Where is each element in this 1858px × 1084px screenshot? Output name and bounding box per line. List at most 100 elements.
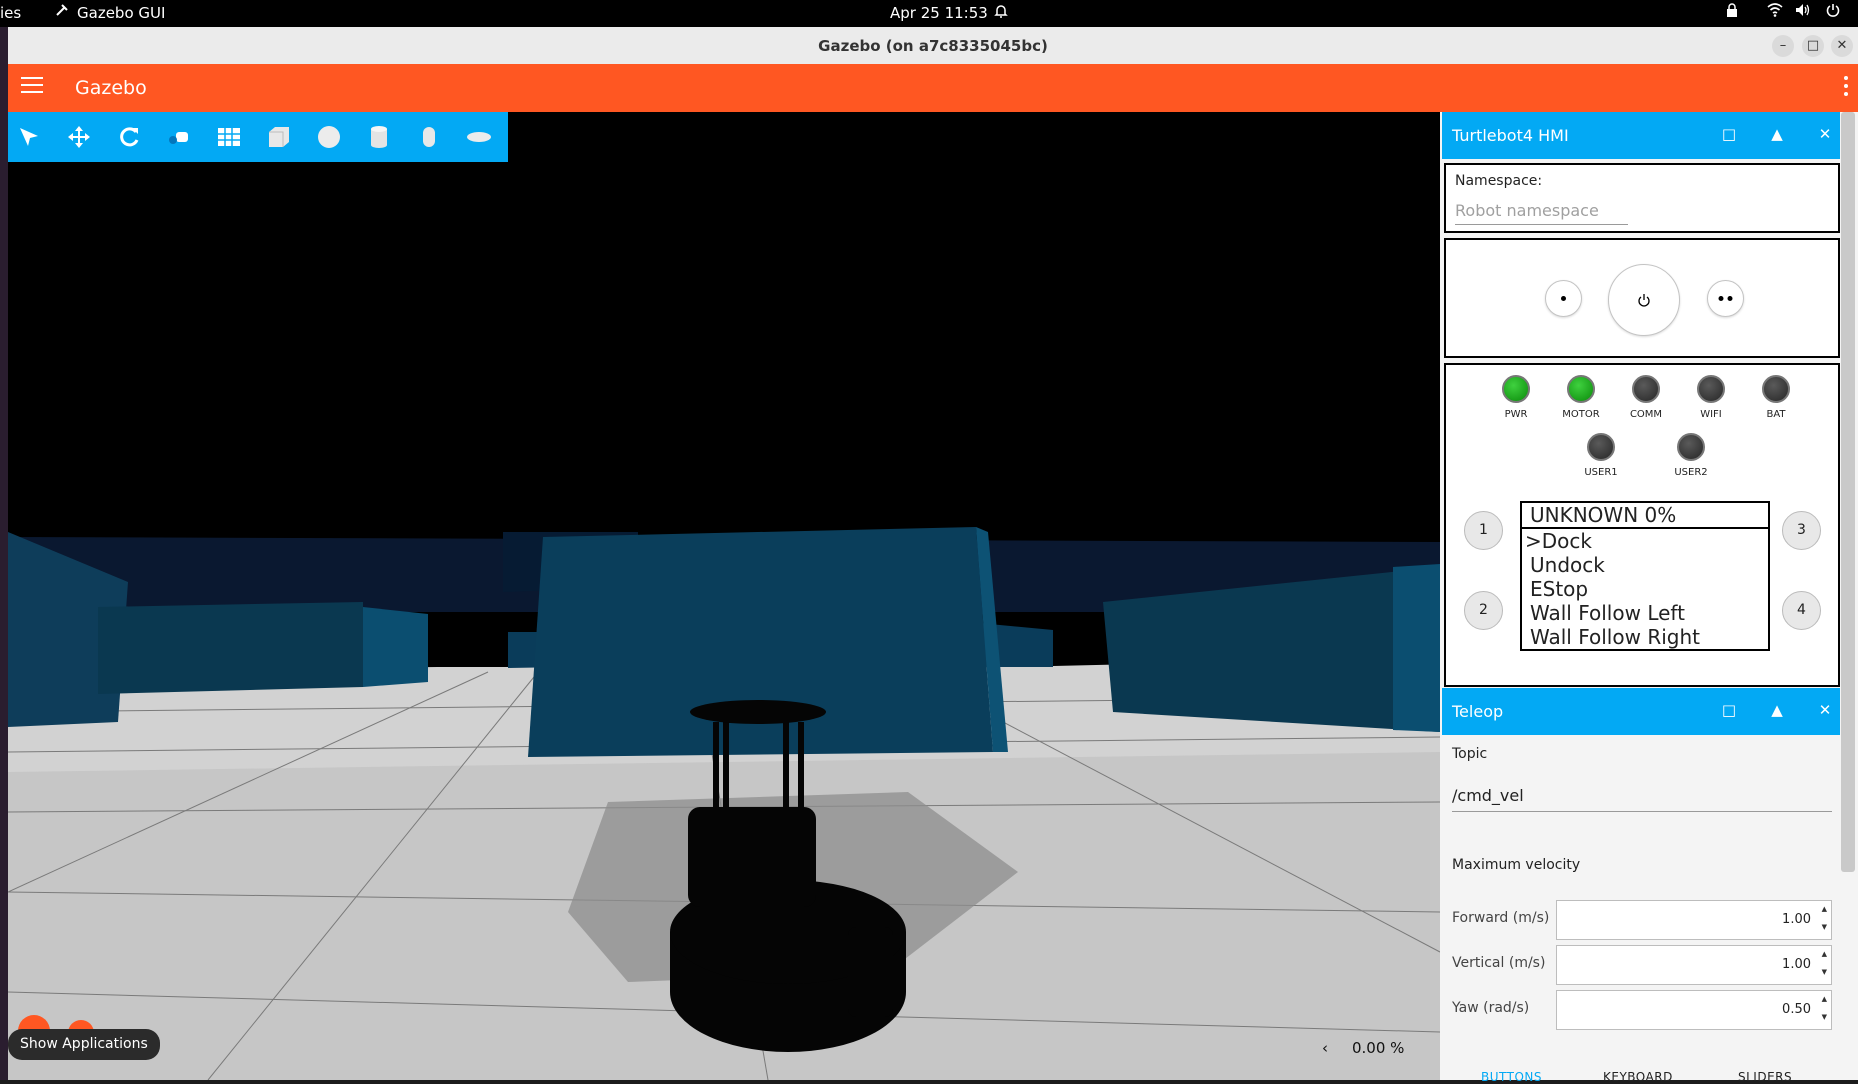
led-motor: [1567, 375, 1595, 403]
cylinder-shape-icon[interactable]: [366, 124, 392, 150]
select-arrow-icon[interactable]: [16, 124, 42, 150]
hmi-button-4[interactable]: 4: [1782, 591, 1821, 630]
max-velocity-label: Maximum velocity: [1452, 857, 1581, 873]
capsule-shape-icon[interactable]: [416, 124, 442, 150]
led-label: USER1: [1584, 467, 1618, 478]
vertical-value: 1.00: [1782, 957, 1811, 972]
led-user2: [1677, 433, 1705, 461]
display-line: Wall Follow Left: [1530, 601, 1685, 625]
led-label: WIFI: [1700, 409, 1722, 420]
scene-render: [8, 112, 1441, 1080]
real-time-factor: ‹ 0.00 %: [1322, 1039, 1405, 1057]
hmi-display: UNKNOWN 0% >Dock Undock EStop Wall Follo…: [1520, 501, 1770, 651]
hmi-button-1[interactable]: 1: [1464, 511, 1503, 550]
display-line: EStop: [1530, 577, 1589, 601]
focused-app-name[interactable]: Gazebo GUI: [77, 4, 165, 22]
hamburger-menu-icon[interactable]: [21, 77, 43, 97]
panel-collapse-icon[interactable]: ▲: [1767, 125, 1787, 143]
clock[interactable]: Apr 25 11:53: [890, 4, 988, 22]
spin-up-icon[interactable]: ▲: [1822, 905, 1827, 913]
power-icon[interactable]: [1826, 3, 1840, 22]
forward-spinbox[interactable]: 1.00 ▲ ▼: [1556, 900, 1832, 940]
topic-label: Topic: [1452, 746, 1488, 762]
spin-up-icon[interactable]: ▲: [1822, 995, 1827, 1003]
hmi-status-section: PWR MOTOR COMM WIFI BAT USER1 USER2 1 2 …: [1444, 363, 1840, 687]
real-time-factor-value: 0.00 %: [1352, 1039, 1405, 1057]
app-bar: Gazebo: [8, 64, 1858, 112]
hmi-button-3[interactable]: 3: [1782, 511, 1821, 550]
tab-sliders[interactable]: SLIDERS: [1738, 1070, 1792, 1084]
3d-scene-viewport[interactable]: [8, 112, 1441, 1080]
yaw-label: Yaw (rad/s): [1452, 1000, 1530, 1016]
spin-down-icon[interactable]: ▼: [1822, 923, 1827, 931]
hmi-panel-title: Turtlebot4 HMI: [1452, 126, 1569, 145]
led-label: MOTOR: [1562, 409, 1600, 420]
namespace-label: Namespace:: [1455, 173, 1543, 189]
display-line: >Dock: [1525, 529, 1592, 553]
forward-label: Forward (m/s): [1452, 910, 1550, 926]
scene-toolbar: [8, 112, 508, 162]
led-pwr: [1502, 375, 1530, 403]
namespace-section: Namespace: Robot namespace: [1444, 163, 1840, 233]
hmi-button-2[interactable]: 2: [1464, 591, 1503, 630]
yaw-spinbox[interactable]: 0.50 ▲ ▼: [1556, 990, 1832, 1030]
show-applications-tooltip: Show Applications: [8, 1029, 160, 1060]
wifi-icon[interactable]: [1767, 3, 1783, 21]
display-header: UNKNOWN 0%: [1522, 503, 1768, 529]
vertical-spinbox[interactable]: 1.00 ▲ ▼: [1556, 945, 1832, 985]
panel-maximize-icon[interactable]: □: [1719, 701, 1739, 719]
app-title: Gazebo: [75, 77, 147, 99]
panel-close-icon[interactable]: ✕: [1815, 125, 1835, 143]
activities-button[interactable]: ies: [0, 4, 21, 22]
power-button[interactable]: [1608, 264, 1680, 336]
yaw-value: 0.50: [1782, 1002, 1811, 1017]
chevron-left-icon[interactable]: ‹: [1322, 1039, 1328, 1057]
panel-scrollbar[interactable]: [1841, 112, 1855, 872]
alarm-icon: [994, 3, 1008, 23]
sphere-shape-icon[interactable]: [316, 124, 342, 150]
single-dot-button[interactable]: [1545, 280, 1582, 317]
panel-maximize-icon[interactable]: □: [1719, 125, 1739, 143]
spin-up-icon[interactable]: ▲: [1822, 950, 1827, 958]
hmi-panel-header[interactable]: Turtlebot4 HMI □ ▲ ✕: [1442, 112, 1840, 159]
teleop-panel-header[interactable]: Teleop □ ▲ ✕: [1442, 688, 1840, 735]
close-window-button[interactable]: ✕: [1831, 35, 1853, 57]
teleop-panel-title: Teleop: [1452, 702, 1504, 721]
volume-icon[interactable]: [1795, 3, 1811, 21]
maximize-button[interactable]: □: [1802, 35, 1824, 57]
lock-icon[interactable]: [1726, 3, 1738, 22]
topic-input[interactable]: /cmd_vel: [1452, 786, 1832, 812]
spin-down-icon[interactable]: ▼: [1822, 1013, 1827, 1021]
panel-close-icon[interactable]: ✕: [1815, 701, 1835, 719]
grid-icon[interactable]: [216, 124, 242, 150]
box-shape-icon[interactable]: [266, 124, 292, 150]
tab-buttons[interactable]: BUTTONS: [1481, 1070, 1542, 1084]
led-label: PWR: [1504, 409, 1528, 420]
transform-control-icon[interactable]: [166, 124, 192, 150]
translate-icon[interactable]: [66, 124, 92, 150]
led-bat: [1762, 375, 1790, 403]
window-titlebar[interactable]: Gazebo (on a7c8335045bc) – □ ✕: [8, 27, 1858, 65]
app-gear-icon: [55, 3, 69, 21]
spin-down-icon[interactable]: ▼: [1822, 968, 1827, 976]
ellipsoid-shape-icon[interactable]: [466, 124, 492, 150]
led-wifi: [1697, 375, 1725, 403]
more-options-icon[interactable]: [1844, 76, 1850, 100]
namespace-input[interactable]: Robot namespace: [1455, 201, 1628, 225]
led-label: USER2: [1674, 467, 1708, 478]
led-label: COMM: [1629, 409, 1663, 420]
panel-collapse-icon[interactable]: ▲: [1767, 701, 1787, 719]
vertical-label: Vertical (m/s): [1452, 955, 1546, 971]
minimize-button[interactable]: –: [1772, 35, 1794, 57]
forward-value: 1.00: [1782, 912, 1811, 927]
double-dot-button[interactable]: [1707, 280, 1744, 317]
rotate-icon[interactable]: [116, 124, 142, 150]
right-side-panel: Turtlebot4 HMI □ ▲ ✕ Namespace: Robot na…: [1442, 112, 1840, 1080]
window-title: Gazebo (on a7c8335045bc): [818, 37, 1048, 55]
led-label: BAT: [1766, 409, 1786, 420]
led-comm: [1632, 375, 1660, 403]
desktop-background: [0, 27, 8, 1080]
tab-keyboard[interactable]: KEYBOARD: [1603, 1070, 1673, 1084]
display-line: Wall Follow Right: [1530, 625, 1700, 649]
display-line: Undock: [1530, 553, 1605, 577]
